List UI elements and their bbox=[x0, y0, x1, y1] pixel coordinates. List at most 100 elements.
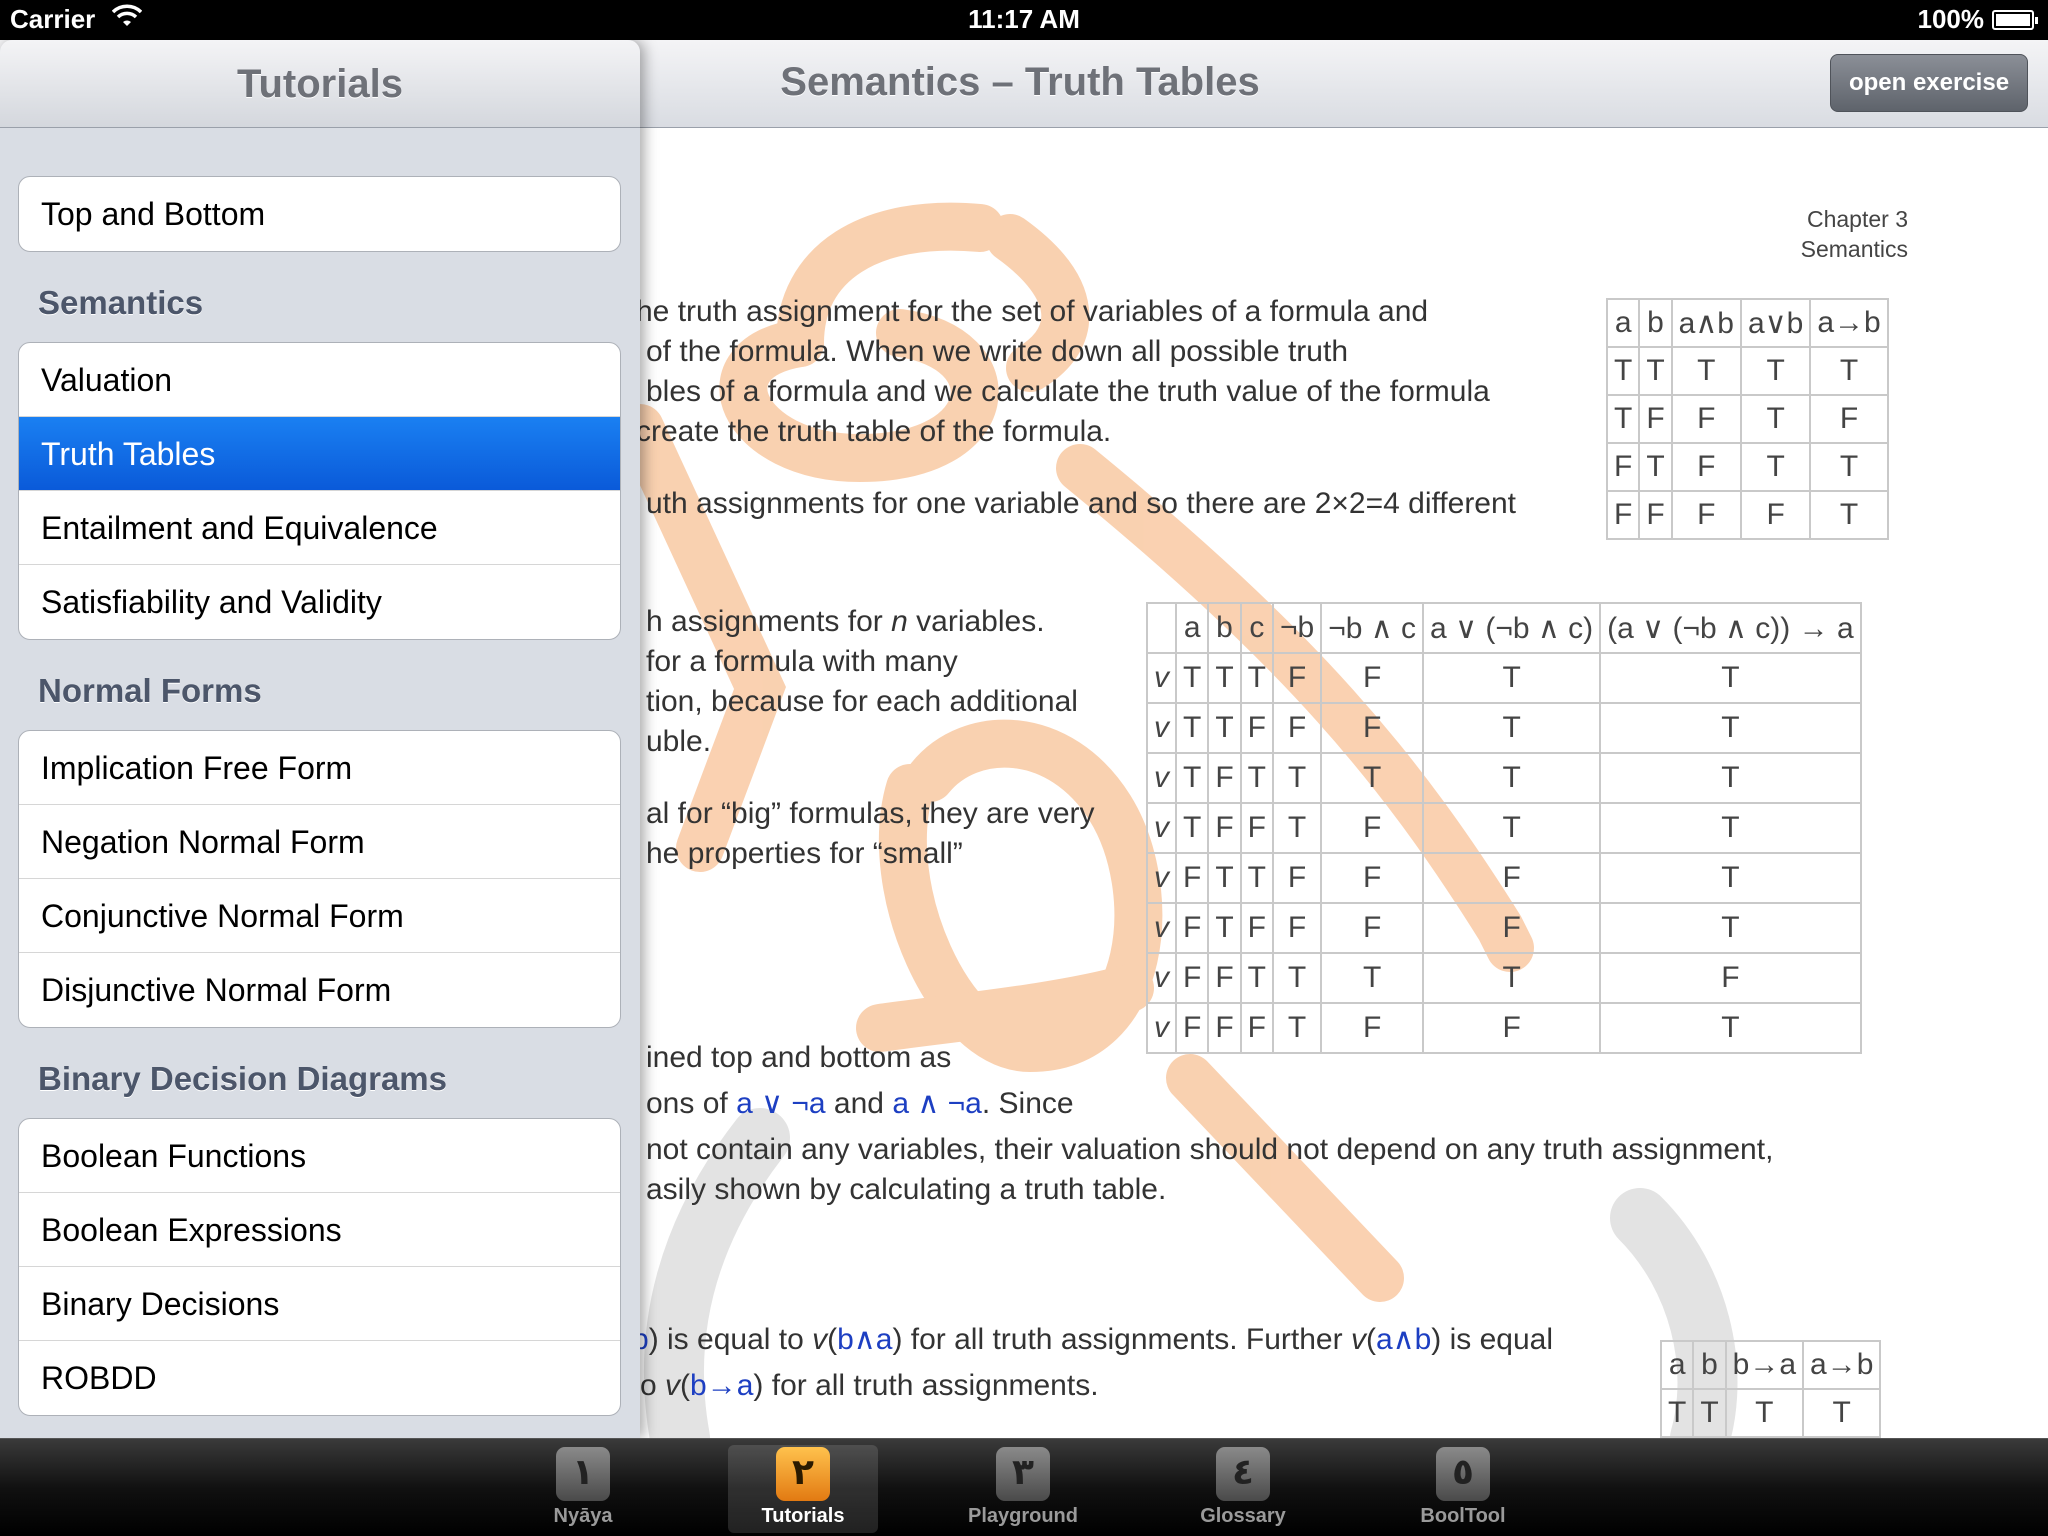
table-cell: F bbox=[1670, 490, 1742, 540]
tab-label: Nyāya bbox=[553, 1505, 613, 1527]
tab-tutorials[interactable]: ٢ Tutorials bbox=[728, 1445, 878, 1533]
table-cell: F bbox=[1239, 802, 1274, 854]
formula-link[interactable]: a∧b bbox=[1376, 1323, 1431, 1356]
paragraph-line: uble. bbox=[646, 725, 712, 758]
table-cell: F bbox=[1422, 852, 1602, 904]
table-row: vTTFFFTT bbox=[1146, 702, 1862, 754]
sidebar-item-disjunctive-normal-form[interactable]: Disjunctive Normal Form bbox=[19, 953, 620, 1027]
paragraph-line: for a formula with many bbox=[646, 645, 958, 678]
table-cell: F bbox=[1422, 902, 1602, 954]
table-cell: T bbox=[1271, 802, 1323, 854]
table-cell: T bbox=[1809, 490, 1889, 540]
tab-booltool[interactable]: ٥ BoolTool bbox=[1388, 1445, 1538, 1533]
chapter-title: Semantics bbox=[1800, 236, 1908, 262]
table-row: FTFTT bbox=[1605, 442, 1889, 492]
formula-link[interactable]: b∧a bbox=[837, 1323, 892, 1356]
table-header-cell: b bbox=[1692, 1340, 1727, 1390]
paragraph-line: al for “big” formulas, they are very bbox=[646, 797, 1095, 830]
table-row: TTTT bbox=[1659, 1388, 1882, 1438]
table-cell: T bbox=[1739, 394, 1812, 444]
table-cell: F bbox=[1239, 1002, 1274, 1054]
paragraph-line: asily shown by calculating a truth table… bbox=[646, 1173, 1167, 1206]
table-row: FFFFT bbox=[1605, 490, 1889, 540]
table-cell: F bbox=[1174, 1002, 1210, 1054]
table-cell: T bbox=[1320, 752, 1425, 804]
battery-icon bbox=[1992, 9, 2038, 30]
formula-link[interactable]: a ∧ ¬a bbox=[892, 1087, 982, 1120]
table-cell: T bbox=[1599, 852, 1862, 904]
tab-glossary[interactable]: ٤ Glossary bbox=[1168, 1445, 1318, 1533]
table-row: vFFFTFFT bbox=[1146, 1002, 1862, 1054]
chapter-heading: Chapter 3 Semantics bbox=[1801, 204, 1908, 264]
paragraph-line: h assignments for n variables. bbox=[646, 602, 1045, 642]
section-header-normal-forms: Normal Forms bbox=[38, 672, 262, 709]
table-cell: T bbox=[1599, 752, 1862, 804]
table-cell: T bbox=[1422, 752, 1602, 804]
table-header-cell: b bbox=[1207, 602, 1242, 654]
sidebar-item-entailment-and-equivalence[interactable]: Entailment and Equivalence bbox=[19, 491, 620, 565]
table-row: TTTTT bbox=[1605, 346, 1889, 396]
text-run: ) for all truth assignments. Further bbox=[892, 1323, 1351, 1356]
text-run: and bbox=[825, 1087, 893, 1120]
sidebar-item-conjunctive-normal-form[interactable]: Conjunctive Normal Form bbox=[19, 879, 620, 953]
table-header-cell: (a ∨ (¬b ∧ c)) → a bbox=[1599, 602, 1862, 654]
table-cell: T bbox=[1422, 652, 1602, 704]
table-header-cell: ¬b ∧ c bbox=[1320, 602, 1425, 654]
tab-icon-four: ٤ bbox=[1216, 1447, 1270, 1501]
paragraph-line: b) is equal to v(b∧a) for all truth assi… bbox=[632, 1320, 1553, 1360]
table-cell: F bbox=[1320, 902, 1425, 954]
table-cell: T bbox=[1739, 346, 1812, 396]
text-run: ) for all truth assignments. bbox=[753, 1369, 1099, 1402]
sidebar-item-valuation[interactable]: Valuation bbox=[19, 343, 620, 417]
sidebar-item-robdd[interactable]: ROBDD bbox=[19, 1341, 620, 1415]
formula-link[interactable]: b→a bbox=[690, 1369, 753, 1402]
text-run: ) is equal to bbox=[648, 1323, 813, 1356]
sidebar-item-binary-decisions[interactable]: Binary Decisions bbox=[19, 1267, 620, 1341]
table-row: TFFTF bbox=[1605, 394, 1889, 444]
table-cell: T bbox=[1605, 394, 1641, 444]
table-cell: F bbox=[1207, 1002, 1242, 1054]
table-cell: v bbox=[1146, 952, 1177, 1004]
table-header-row: a b b→a a→b bbox=[1659, 1340, 1882, 1390]
tab-nyaya[interactable]: ١ Nyāya bbox=[508, 1445, 658, 1533]
paragraph-line: tion, because for each additional bbox=[646, 685, 1078, 718]
tab-playground[interactable]: ٣ Playground bbox=[948, 1445, 1098, 1533]
table-cell: v bbox=[1146, 802, 1177, 854]
text-run: ( bbox=[827, 1323, 838, 1356]
table-cell: T bbox=[1692, 1388, 1727, 1438]
tab-icon-one: ١ bbox=[556, 1447, 610, 1501]
table-cell: F bbox=[1207, 952, 1242, 1004]
paragraph-line: he properties for “small” bbox=[646, 837, 963, 870]
table-header-cell: ¬b bbox=[1271, 602, 1323, 654]
table-cell: T bbox=[1320, 952, 1425, 1004]
sidebar-item-implication-free-form[interactable]: Implication Free Form bbox=[19, 731, 620, 805]
table-cell: T bbox=[1174, 652, 1210, 704]
table-row: vFTFFFFT bbox=[1146, 902, 1862, 954]
table-cell: T bbox=[1207, 852, 1242, 904]
table-cell: F bbox=[1271, 902, 1323, 954]
open-exercise-button[interactable]: open exercise bbox=[1830, 54, 2028, 112]
sidebar-item-boolean-functions[interactable]: Boolean Functions bbox=[19, 1119, 620, 1193]
sidebar-item-top-and-bottom[interactable]: Top and Bottom bbox=[19, 177, 620, 251]
clock: 11:17 AM bbox=[968, 4, 1080, 34]
formula-link[interactable]: a ∨ ¬a bbox=[736, 1087, 826, 1120]
table-cell: F bbox=[1271, 702, 1323, 754]
table-cell: T bbox=[1599, 902, 1862, 954]
table-header-cell: a→b bbox=[1809, 298, 1889, 348]
text-run: ons of bbox=[646, 1087, 737, 1120]
paragraph-line: ons of a ∨ ¬a and a ∧ ¬a. Since bbox=[646, 1084, 1074, 1124]
list-group: Valuation Truth Tables Entailment and Eq… bbox=[18, 342, 621, 640]
sidebar-item-truth-tables[interactable]: Truth Tables bbox=[19, 417, 620, 491]
table-cell: F bbox=[1422, 1002, 1602, 1054]
sidebar-item-boolean-expressions[interactable]: Boolean Expressions bbox=[19, 1193, 620, 1267]
table-row: vFTTFFFT bbox=[1146, 852, 1862, 904]
truth-table-binary: a b a∧b a∨b a→b T T T T T T F F T F F T F T T F F F F T bbox=[1605, 298, 1889, 540]
tab-bar: ١ Nyāya ٢ Tutorials ٣ Playground ٤ Gloss… bbox=[0, 1438, 2048, 1536]
table-cell: T bbox=[1207, 652, 1242, 704]
tab-icon-three: ٣ bbox=[996, 1447, 1050, 1501]
table-row: vFFTTTTF bbox=[1146, 952, 1862, 1004]
table-cell: T bbox=[1239, 952, 1274, 1004]
tab-icon-five: ٥ bbox=[1436, 1447, 1490, 1501]
sidebar-item-negation-normal-form[interactable]: Negation Normal Form bbox=[19, 805, 620, 879]
sidebar-item-satisfiability-and-validity[interactable]: Satisfiability and Validity bbox=[19, 565, 620, 639]
